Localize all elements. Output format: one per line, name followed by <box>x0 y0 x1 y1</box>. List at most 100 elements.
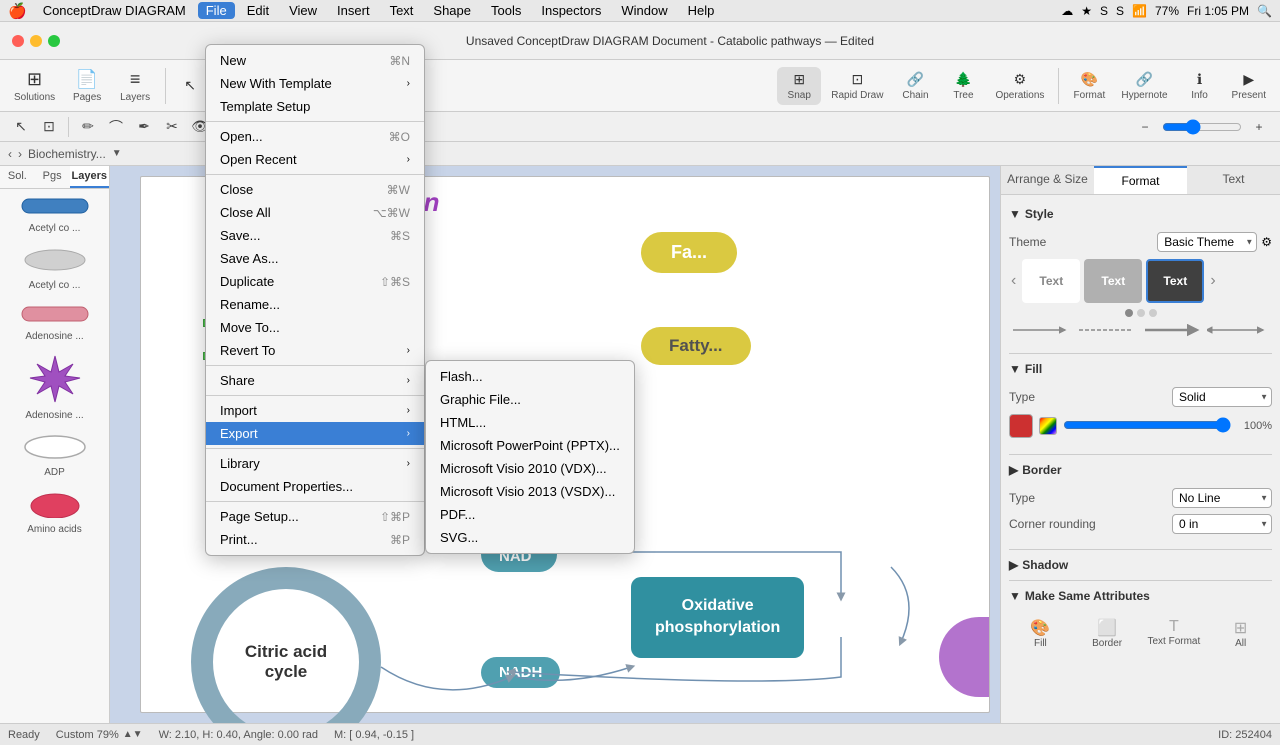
menubar-tools[interactable]: Tools <box>483 2 529 19</box>
export-graphic-file-label: Graphic File... <box>440 392 521 407</box>
menu-close-all[interactable]: Close All ⌥⌘W <box>206 201 424 224</box>
menu-revert-to[interactable]: Revert To › <box>206 339 424 362</box>
export-arrow-icon: › <box>407 428 410 439</box>
menubar-shape[interactable]: Shape <box>425 2 479 19</box>
cloud-icon[interactable]: ☁ <box>1061 4 1073 18</box>
menu-new-shortcut: ⌘N <box>389 54 410 68</box>
menu-save-as[interactable]: Save As... <box>206 247 424 270</box>
menu-close-all-shortcut: ⌥⌘W <box>373 206 410 220</box>
menu-close-all-label: Close All <box>220 205 271 220</box>
menu-close-label: Close <box>220 182 253 197</box>
menu-rename-label: Rename... <box>220 297 280 312</box>
export-flash-label: Flash... <box>440 369 483 384</box>
menu-share-label: Share <box>220 373 255 388</box>
menu-page-setup-shortcut: ⇧⌘P <box>380 510 410 524</box>
export-pptx-label: Microsoft PowerPoint (PPTX)... <box>440 438 620 453</box>
menu-save[interactable]: Save... ⌘S <box>206 224 424 247</box>
export-vdx-label: Microsoft Visio 2010 (VDX)... <box>440 461 607 476</box>
wifi-icon[interactable]: 📶 <box>1132 4 1147 18</box>
menubar-app[interactable]: ConceptDraw DIAGRAM <box>35 2 194 19</box>
menu-close-shortcut: ⌘W <box>387 183 410 197</box>
menu-new[interactable]: New ⌘N <box>206 49 424 72</box>
skype-icon[interactable]: S <box>1116 4 1124 18</box>
menu-sep-5 <box>206 448 424 449</box>
apple-menu[interactable]: 🍎 <box>8 2 27 20</box>
menu-open-label: Open... <box>220 129 263 144</box>
menu-new-template-label: New With Template <box>220 76 332 91</box>
menu-library-label: Library <box>220 456 260 471</box>
export-svg-label: SVG... <box>440 530 478 545</box>
export-pdf[interactable]: PDF... <box>426 503 634 526</box>
menubar-view[interactable]: View <box>281 2 325 19</box>
menu-duplicate-label: Duplicate <box>220 274 274 289</box>
export-submenu: Flash... Graphic File... HTML... Microso… <box>425 360 635 554</box>
menubar-right: ☁ ★ S S 📶 77% Fri 1:05 PM 🔍 <box>1061 4 1272 18</box>
menubar-window[interactable]: Window <box>613 2 675 19</box>
menu-template-setup[interactable]: Template Setup <box>206 95 424 118</box>
new-template-arrow-icon: › <box>407 78 410 89</box>
menu-open-recent-label: Open Recent <box>220 152 297 167</box>
export-html[interactable]: HTML... <box>426 411 634 434</box>
revert-to-arrow-icon: › <box>407 345 410 356</box>
export-vdx[interactable]: Microsoft Visio 2010 (VDX)... <box>426 457 634 480</box>
menu-close[interactable]: Close ⌘W <box>206 178 424 201</box>
menu-library[interactable]: Library › <box>206 452 424 475</box>
export-pdf-label: PDF... <box>440 507 475 522</box>
export-pptx[interactable]: Microsoft PowerPoint (PPTX)... <box>426 434 634 457</box>
library-arrow-icon: › <box>407 458 410 469</box>
menu-page-setup[interactable]: Page Setup... ⇧⌘P <box>206 505 424 528</box>
menu-duplicate[interactable]: Duplicate ⇧⌘S <box>206 270 424 293</box>
menu-new-with-template[interactable]: New With Template › <box>206 72 424 95</box>
menubar-insert[interactable]: Insert <box>329 2 378 19</box>
export-flash[interactable]: Flash... <box>426 365 634 388</box>
import-arrow-icon: › <box>407 405 410 416</box>
export-svg[interactable]: SVG... <box>426 526 634 549</box>
battery-icon: 77% <box>1155 4 1179 18</box>
search-icon[interactable]: 🔍 <box>1257 4 1272 18</box>
menu-move-to[interactable]: Move To... <box>206 316 424 339</box>
menu-open-shortcut: ⌘O <box>389 130 410 144</box>
export-vsdx[interactable]: Microsoft Visio 2013 (VSDX)... <box>426 480 634 503</box>
menu-page-setup-label: Page Setup... <box>220 509 299 524</box>
menu-doc-properties-label: Document Properties... <box>220 479 353 494</box>
menu-rename[interactable]: Rename... <box>206 293 424 316</box>
menu-print[interactable]: Print... ⌘P <box>206 528 424 551</box>
menu-open[interactable]: Open... ⌘O <box>206 125 424 148</box>
menu-doc-properties[interactable]: Document Properties... <box>206 475 424 498</box>
menubar-file[interactable]: File <box>198 2 235 19</box>
menu-revert-to-label: Revert To <box>220 343 275 358</box>
menu-sep-1 <box>206 121 424 122</box>
menu-share[interactable]: Share › <box>206 369 424 392</box>
menubar-inspectors[interactable]: Inspectors <box>533 2 609 19</box>
export-vsdx-label: Microsoft Visio 2013 (VSDX)... <box>440 484 615 499</box>
menu-import-label: Import <box>220 403 257 418</box>
open-recent-arrow-icon: › <box>407 154 410 165</box>
menu-sep-6 <box>206 501 424 502</box>
menu-export-label: Export <box>220 426 258 441</box>
menu-new-label: New <box>220 53 246 68</box>
menu-save-label: Save... <box>220 228 260 243</box>
menubar-edit[interactable]: Edit <box>239 2 277 19</box>
menu-sep-4 <box>206 395 424 396</box>
menu-sep-2 <box>206 174 424 175</box>
menu-open-recent[interactable]: Open Recent › <box>206 148 424 171</box>
menu-save-as-label: Save As... <box>220 251 279 266</box>
menu-export[interactable]: Export › <box>206 422 424 445</box>
menubar-text[interactable]: Text <box>382 2 422 19</box>
s-icon[interactable]: S <box>1100 4 1108 18</box>
datetime: Fri 1:05 PM <box>1187 4 1249 18</box>
menu-move-to-label: Move To... <box>220 320 280 335</box>
menubar-help[interactable]: Help <box>680 2 723 19</box>
star-icon[interactable]: ★ <box>1081 4 1092 18</box>
menu-duplicate-shortcut: ⇧⌘S <box>380 275 410 289</box>
file-menu: New ⌘N New With Template › Template Setu… <box>205 44 425 556</box>
menu-save-shortcut: ⌘S <box>390 229 410 243</box>
menu-overlay[interactable]: New ⌘N New With Template › Template Setu… <box>0 22 1280 745</box>
menu-print-shortcut: ⌘P <box>390 533 410 547</box>
share-arrow-icon: › <box>407 375 410 386</box>
menu-import[interactable]: Import › <box>206 399 424 422</box>
export-graphic-file[interactable]: Graphic File... <box>426 388 634 411</box>
menu-sep-3 <box>206 365 424 366</box>
export-html-label: HTML... <box>440 415 486 430</box>
menubar: 🍎 ConceptDraw DIAGRAM File Edit View Ins… <box>0 0 1280 22</box>
